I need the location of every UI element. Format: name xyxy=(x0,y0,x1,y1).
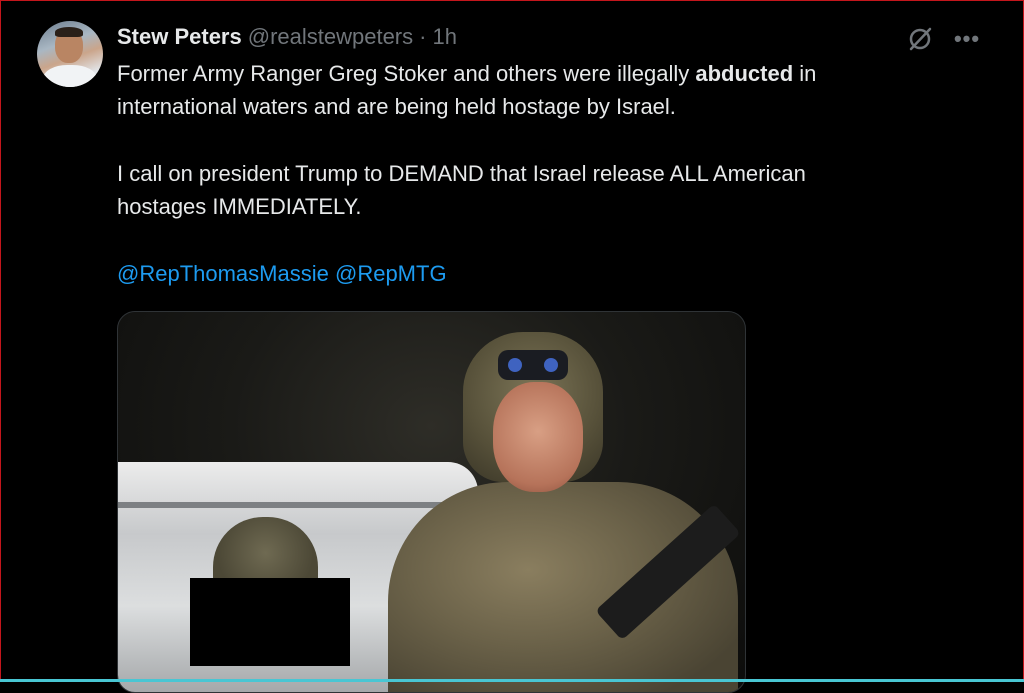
tweet-header: Stew Peters @realstewpeters · 1h xyxy=(117,24,457,54)
mention-link[interactable]: @RepThomasMassie xyxy=(117,261,329,286)
tweet-mentions: @RepThomasMassie @RepMTG xyxy=(117,257,937,290)
tweet-text-line-1: Former Army Ranger Greg Stoker and other… xyxy=(117,61,817,86)
header-separator: · xyxy=(419,24,427,49)
author-name[interactable]: Stew Peters xyxy=(117,24,242,50)
avatar[interactable] xyxy=(37,21,103,87)
night-vision-goggles xyxy=(498,350,568,380)
mention-link[interactable]: @RepMTG xyxy=(335,261,447,286)
tweet-text-line-4: hostages IMMEDIATELY. xyxy=(117,194,362,219)
truck-stripe xyxy=(118,502,448,508)
soldier-face xyxy=(493,382,583,492)
tweet-media-image[interactable] xyxy=(117,311,746,693)
tweet-text-line-3: I call on president Trump to DEMAND that… xyxy=(117,161,806,186)
grok-icon[interactable] xyxy=(905,24,935,54)
author-handle[interactable]: @realstewpeters xyxy=(248,24,413,50)
more-icon[interactable]: ••• xyxy=(952,24,982,54)
soldier-body xyxy=(388,482,738,692)
redaction-box xyxy=(190,578,350,666)
tweet-text-line-2: international waters and are being held … xyxy=(117,94,676,119)
tweet-timestamp[interactable]: 1h xyxy=(432,24,456,50)
